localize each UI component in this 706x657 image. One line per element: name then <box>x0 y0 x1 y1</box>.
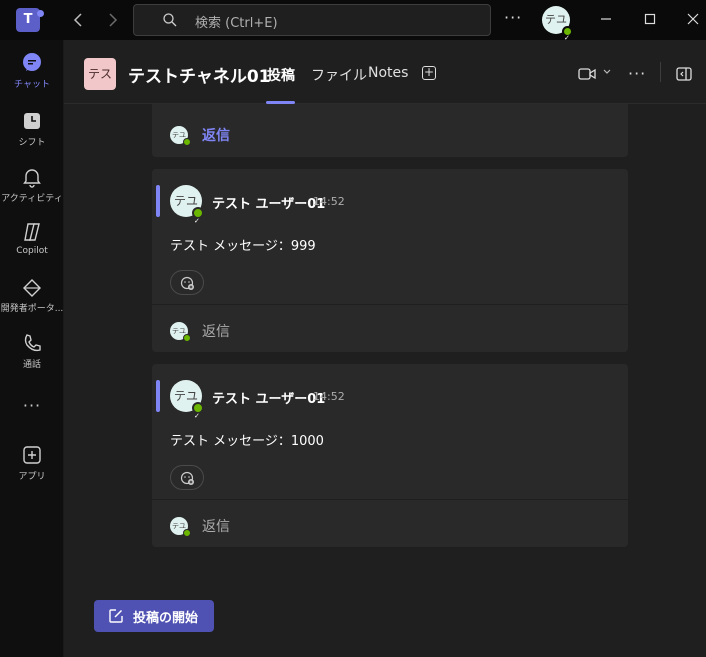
minimize-icon[interactable] <box>597 10 615 28</box>
rail-label: シフト <box>18 138 46 148</box>
video-call-icon[interactable] <box>578 66 596 80</box>
rail-label: アプリ <box>18 472 46 482</box>
message-body: テスト メッセージ：999 <box>170 239 316 254</box>
reply-button[interactable]: 返信 <box>202 321 230 341</box>
shifts-icon <box>24 113 40 129</box>
add-apps-icon <box>23 446 41 464</box>
message-author: テスト ユーザー01 <box>212 197 326 212</box>
search-placeholder: 検索 (Ctrl+E) <box>195 16 278 31</box>
close-icon[interactable] <box>684 10 702 28</box>
rail-label: 通話 <box>22 360 41 370</box>
tab-files[interactable]: ファイル <box>311 65 367 85</box>
back-arrow-icon[interactable] <box>69 10 89 30</box>
app-rail: チャット シフト アクティビティ Copilot 開発者ポータ... 通話 ··… <box>0 40 64 657</box>
rail-item-chat[interactable]: チャット <box>0 52 64 108</box>
message-author: テスト ユーザー01 <box>212 392 326 407</box>
presence-available-icon <box>183 334 191 342</box>
tab-posts[interactable]: 投稿 <box>267 65 295 85</box>
divider <box>660 62 661 82</box>
add-reaction-button[interactable] <box>170 270 204 295</box>
rail-label: 開発者ポータ... <box>0 304 64 314</box>
channel-avatar: テス <box>84 58 116 90</box>
unread-accent-bar <box>156 380 160 412</box>
more-icon[interactable]: ··· <box>504 8 522 27</box>
emoji-add-icon <box>180 276 194 290</box>
message-card: テユ テスト ユーザー01 14:52 テスト メッセージ：999 テユ 返信 <box>152 169 628 352</box>
rail-more-icon[interactable]: ··· <box>0 396 64 415</box>
message-body: テスト メッセージ：1000 <box>170 434 324 449</box>
compose-icon <box>108 608 124 624</box>
reply-avatar: テユ <box>170 322 191 342</box>
reply-button[interactable]: 返信 <box>202 125 230 145</box>
emoji-add-icon <box>180 471 194 485</box>
rail-item-activity[interactable]: アクティビティ <box>0 166 64 222</box>
more-icon[interactable]: ··· <box>628 64 646 83</box>
rail-item-calls[interactable]: 通話 <box>0 332 64 388</box>
unread-accent-bar <box>156 185 160 217</box>
rail-item-shifts[interactable]: シフト <box>0 110 64 166</box>
rail-label: Copilot <box>16 246 48 256</box>
forward-arrow-icon[interactable] <box>102 10 122 30</box>
message-card: テユ テスト ユーザー01 14:52 テスト メッセージ：1000 テユ 返信 <box>152 364 628 547</box>
phone-icon <box>24 334 41 352</box>
search-input[interactable]: 検索 (Ctrl+E) <box>133 4 491 36</box>
reply-button[interactable]: 返信 <box>202 516 230 536</box>
rail-item-apps[interactable]: アプリ <box>0 444 64 500</box>
copilot-icon <box>24 223 40 241</box>
bell-icon <box>23 169 41 188</box>
start-post-label: 投稿の開始 <box>133 611 199 626</box>
tab-notes[interactable]: Notes <box>368 65 408 81</box>
developer-portal-icon <box>23 279 41 297</box>
rail-label: アクティビティ <box>1 194 63 204</box>
reply-avatar: テユ <box>170 517 191 537</box>
reply-row[interactable]: テユ 返信 <box>152 304 628 352</box>
rail-item-copilot[interactable]: Copilot <box>0 221 64 277</box>
teams-logo-icon: T <box>16 8 44 32</box>
presence-available-icon <box>562 24 573 52</box>
presence-available-icon <box>183 138 191 146</box>
side-panel-icon[interactable] <box>676 66 692 81</box>
rail-item-developer-portal[interactable]: 開発者ポータ... <box>0 276 64 332</box>
channel-header: テス テストチャネル01 投稿 ファイル Notes + ··· <box>64 40 706 104</box>
channel-title: テストチャネル01 <box>128 67 271 87</box>
message-timestamp: 14:52 <box>313 390 345 403</box>
rail-label: チャット <box>14 80 50 90</box>
presence-available-icon <box>192 205 204 237</box>
author-avatar[interactable]: テユ <box>170 185 204 237</box>
chat-icon <box>23 53 41 71</box>
search-icon <box>162 12 178 28</box>
presence-available-icon <box>183 529 191 537</box>
author-avatar[interactable]: テユ <box>170 380 204 432</box>
title-bar: T 検索 (Ctrl+E) ··· テユ <box>0 0 706 52</box>
user-avatar[interactable]: テユ <box>542 6 573 52</box>
maximize-icon[interactable] <box>641 10 659 28</box>
presence-available-icon <box>192 400 204 432</box>
reply-avatar: テユ <box>170 126 191 146</box>
add-tab-icon[interactable]: + <box>422 66 436 80</box>
chevron-down-icon[interactable] <box>602 66 612 79</box>
message-card: テユ 返信 <box>152 104 628 157</box>
start-post-button[interactable]: 投稿の開始 <box>94 600 214 632</box>
message-timestamp: 14:52 <box>313 195 345 208</box>
reply-row[interactable]: テユ 返信 <box>152 109 628 157</box>
reply-row[interactable]: テユ 返信 <box>152 499 628 547</box>
add-reaction-button[interactable] <box>170 465 204 490</box>
